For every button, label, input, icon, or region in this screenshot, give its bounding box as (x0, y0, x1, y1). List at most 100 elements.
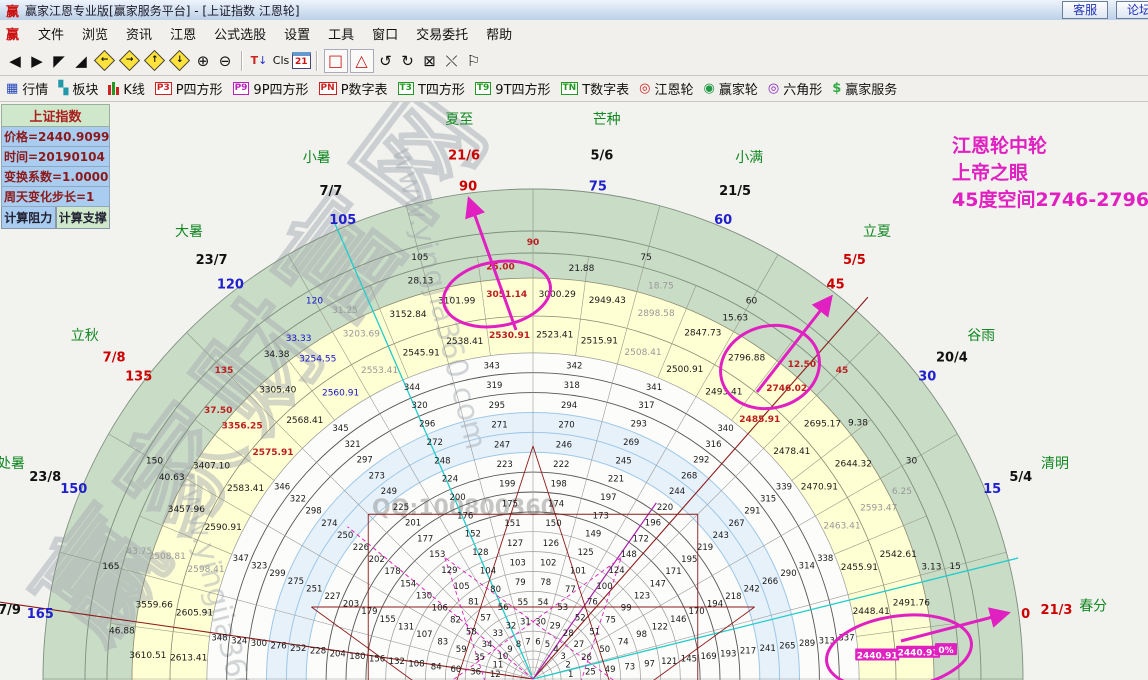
svg-text:2545.91: 2545.91 (403, 349, 440, 359)
pan-right-icon[interactable]: → (119, 50, 140, 71)
svg-text:245: 245 (615, 456, 631, 466)
calc-support-button[interactable]: 计算支撑 (56, 207, 111, 229)
svg-text:2: 2 (565, 661, 570, 671)
svg-text:32: 32 (505, 622, 516, 632)
menu-item-1[interactable]: 浏览 (73, 26, 117, 45)
pan-down-icon[interactable]: ↓ (169, 50, 190, 71)
calendar-icon[interactable]: 21 (292, 52, 311, 69)
svg-text:340: 340 (717, 424, 733, 434)
svg-text:148: 148 (621, 550, 637, 560)
svg-text:267: 267 (728, 519, 744, 529)
svg-text:2605.91: 2605.91 (176, 609, 213, 619)
toolbar-item-T四方形[interactable]: T3T四方形 (398, 79, 465, 98)
menu-item-8[interactable]: 交易委托 (407, 26, 477, 45)
pan-up-icon[interactable]: ↑ (144, 50, 165, 71)
t-down-icon[interactable]: T↓ (249, 50, 269, 72)
svg-text:51: 51 (589, 628, 600, 638)
rect-tool-icon[interactable]: □ (324, 49, 348, 73)
svg-text:102: 102 (540, 559, 556, 569)
toolbar-item-赢家轮[interactable]: ◉赢家轮 (704, 79, 758, 98)
svg-text:2553.41: 2553.41 (361, 366, 398, 376)
forum-button[interactable]: 论坛 (1116, 1, 1148, 19)
toolbar-item-赢家服务[interactable]: $ 赢家服务 (832, 79, 897, 98)
svg-text:2491.76: 2491.76 (893, 599, 930, 609)
svg-text:103: 103 (510, 559, 526, 569)
svg-text:145: 145 (681, 655, 697, 665)
calc-resistance-button[interactable]: 计算阻力 (1, 207, 56, 229)
toolbar-item-9T四方形[interactable]: T99T四方形 (475, 79, 551, 98)
crosshair-icon[interactable]: ⤬ (442, 50, 462, 72)
back-icon[interactable]: ◀ (5, 50, 25, 72)
svg-text:37.50: 37.50 (204, 406, 232, 416)
svg-text:203: 203 (343, 600, 359, 610)
menu-item-4[interactable]: 公式选股 (205, 26, 275, 45)
svg-text:26: 26 (581, 653, 592, 663)
svg-text:222: 222 (553, 460, 569, 470)
up-icon[interactable]: ◤ (49, 50, 69, 72)
svg-text:225: 225 (393, 503, 409, 513)
title-bar: 赢 赢家江恩专业版[赢家服务平台] - [上证指数 江恩轮] 客服 论坛 (0, 0, 1148, 21)
svg-text:244: 244 (669, 487, 685, 497)
down-icon[interactable]: ◢ (71, 50, 91, 72)
svg-text:芒种: 芒种 (593, 112, 621, 128)
svg-text:54: 54 (538, 598, 549, 608)
zoom-out-icon[interactable]: ⊖ (215, 50, 235, 72)
svg-text:293: 293 (631, 420, 647, 430)
svg-text:314: 314 (799, 562, 815, 572)
toolbar-item-江恩轮[interactable]: ◎江恩轮 (639, 79, 693, 98)
svg-text:53: 53 (557, 603, 568, 613)
menu-item-0[interactable]: 文件 (29, 26, 73, 45)
svg-text:129: 129 (441, 566, 457, 576)
toolbar-item-六角形[interactable]: ◎六角形 (768, 79, 822, 98)
gann-wheel-chart: 赢家财富网www.yingjia360.comwww.yingjia360.co… (0, 102, 1148, 680)
svg-text:90: 90 (527, 238, 540, 248)
svg-text:2598.41: 2598.41 (187, 565, 224, 575)
svg-text:21/6: 21/6 (448, 149, 480, 164)
svg-text:3305.40: 3305.40 (259, 386, 296, 396)
menu-item-3[interactable]: 江恩 (161, 26, 205, 45)
svg-text:小暑: 小暑 (303, 150, 331, 166)
svg-text:150: 150 (60, 482, 87, 497)
menu-item-7[interactable]: 窗口 (363, 26, 407, 45)
arc-ccw-icon[interactable]: ↺ (376, 50, 396, 72)
svg-text:上帝之眼: 上帝之眼 (952, 161, 1028, 184)
boxed-x-icon[interactable]: ⊠ (420, 50, 440, 72)
svg-text:128: 128 (472, 548, 488, 558)
svg-text:25: 25 (585, 667, 596, 677)
toolbar-item-9P四方形[interactable]: P99P四方形 (233, 79, 309, 98)
time-row: 时间=20190104 (1, 147, 110, 167)
cls-button[interactable]: Cls (271, 50, 291, 72)
toolbar-item-label: 六角形 (783, 79, 822, 98)
svg-text:274: 274 (321, 519, 337, 529)
p9-square-icon: P9 (233, 82, 250, 95)
arc-cw-icon[interactable]: ↻ (398, 50, 418, 72)
toolbar-item-K线[interactable]: K线 (108, 79, 145, 98)
toolbar-item-P数字表[interactable]: PNP数字表 (319, 79, 388, 98)
toolbar-item-行情[interactable]: ▦行情 (6, 79, 48, 98)
svg-text:2455.91: 2455.91 (841, 563, 878, 573)
svg-text:6.25: 6.25 (892, 487, 912, 497)
service-icon: $ (832, 81, 841, 96)
forward-icon[interactable]: ▶ (27, 50, 47, 72)
customer-service-button[interactable]: 客服 (1062, 1, 1108, 19)
svg-text:220: 220 (657, 503, 673, 513)
menu-item-9[interactable]: 帮助 (477, 26, 521, 45)
app-window: 赢 赢家江恩专业版[赢家服务平台] - [上证指数 江恩轮] 客服 论坛 赢 文… (0, 0, 1148, 680)
menu-item-5[interactable]: 设置 (275, 26, 319, 45)
svg-text:170: 170 (688, 607, 704, 617)
svg-text:59: 59 (456, 645, 467, 655)
svg-text:200: 200 (449, 493, 465, 503)
toolbar-item-label: 行情 (22, 79, 48, 98)
zoom-in-icon[interactable]: ⊕ (193, 50, 213, 72)
svg-text:0%: 0% (938, 646, 953, 656)
toolbar-separator (241, 51, 243, 71)
toolbar-item-P四方形[interactable]: P3P四方形 (155, 79, 223, 98)
menu-item-2[interactable]: 资讯 (117, 26, 161, 45)
toolbar-item-T数字表[interactable]: TNT数字表 (561, 79, 630, 98)
menu-item-6[interactable]: 工具 (319, 26, 363, 45)
toolbar-item-板块[interactable]: ▚板块 (58, 79, 98, 98)
triangle-tool-icon[interactable]: △ (350, 49, 374, 73)
flag-icon[interactable]: ⚐ (464, 50, 484, 72)
pan-left-icon[interactable]: ← (94, 50, 115, 71)
toolbar-item-label: 赢家服务 (845, 79, 897, 98)
